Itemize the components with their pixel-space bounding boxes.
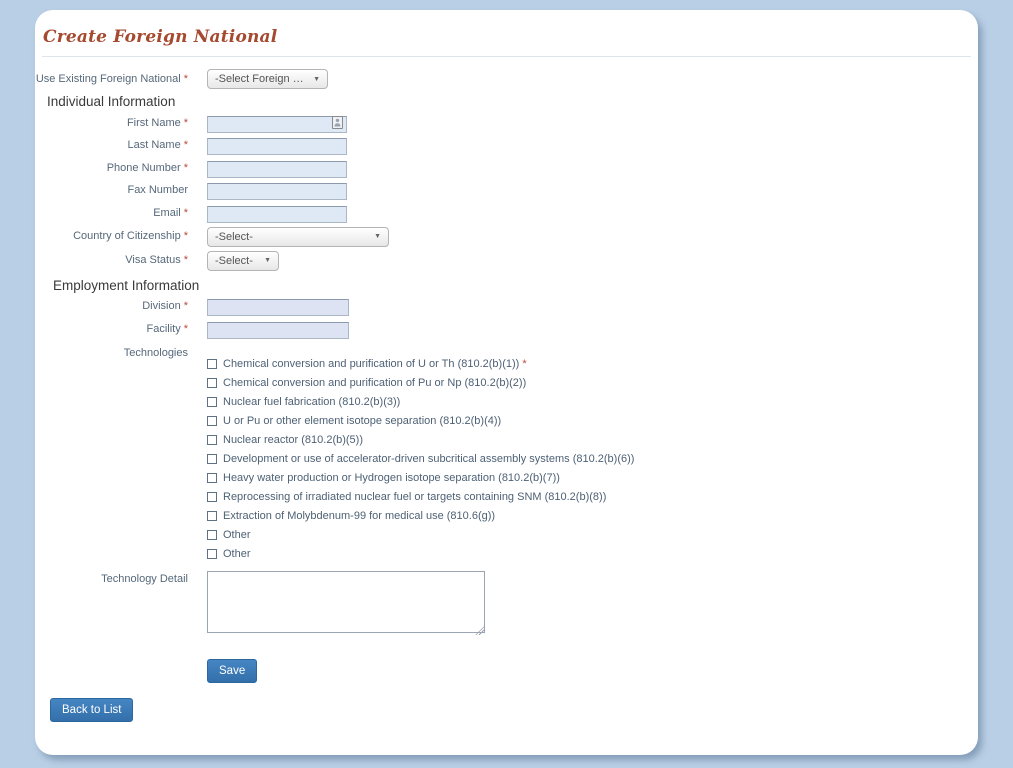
country-label: Country of Citizenship* xyxy=(35,228,188,245)
checkbox-subcritical-assembly[interactable] xyxy=(207,454,217,464)
required-marker: * xyxy=(522,358,526,370)
create-foreign-national-panel: Create Foreign National Use Existing For… xyxy=(35,10,978,755)
row-use-existing: Use Existing Foreign National* -Select F… xyxy=(35,69,978,89)
visa-selected-value: -Select- xyxy=(215,255,256,267)
required-marker: * xyxy=(184,230,188,242)
technology-detail-textarea[interactable] xyxy=(207,571,485,633)
row-email: Email* xyxy=(35,204,978,223)
autofill-icon[interactable] xyxy=(332,116,343,129)
technologies-list: Chemical conversion and purification of … xyxy=(207,358,634,567)
technology-option-row: Nuclear fuel fabrication (810.2(b)(3)) xyxy=(207,396,634,408)
row-fax: Fax Number xyxy=(35,182,978,201)
technology-option-row: Reprocessing of irradiated nuclear fuel … xyxy=(207,491,634,503)
checkbox-molybdenum-99[interactable] xyxy=(207,511,217,521)
required-marker: * xyxy=(184,117,188,129)
division-label: Division* xyxy=(35,298,188,315)
facility-input[interactable] xyxy=(207,322,349,339)
technology-option-row: Other xyxy=(207,548,634,560)
technology-option-row: Chemical conversion and purification of … xyxy=(207,377,634,389)
technology-option-row: Extraction of Molybdenum-99 for medical … xyxy=(207,510,634,522)
chevron-down-icon: ▼ xyxy=(313,76,320,83)
email-label: Email* xyxy=(35,205,188,222)
technology-option-row: Chemical conversion and purification of … xyxy=(207,358,634,370)
phone-input[interactable] xyxy=(207,161,347,178)
email-field[interactable] xyxy=(207,206,347,223)
row-facility: Facility* xyxy=(35,320,978,339)
visa-label: Visa Status* xyxy=(35,252,188,269)
chevron-down-icon: ▼ xyxy=(374,233,381,240)
employment-information-heading: Employment Information xyxy=(53,278,978,293)
visa-status-select[interactable]: -Select- ▼ xyxy=(207,251,279,271)
required-marker: * xyxy=(184,254,188,266)
save-button[interactable]: Save xyxy=(207,659,257,683)
division-input[interactable] xyxy=(207,299,349,316)
technology-option-row: Nuclear reactor (810.2(b)(5)) xyxy=(207,434,634,446)
first-name-input[interactable] xyxy=(207,116,347,133)
required-marker: * xyxy=(184,323,188,335)
last-name-label: Last Name* xyxy=(35,137,188,154)
country-select[interactable]: -Select- ▼ xyxy=(207,227,389,247)
required-marker: * xyxy=(184,139,188,151)
technologies-label: Technologies xyxy=(35,345,188,362)
checkbox-nuclear-reactor[interactable] xyxy=(207,435,217,445)
technology-option-row: U or Pu or other element isotope separat… xyxy=(207,415,634,427)
checkbox-other-2[interactable] xyxy=(207,549,217,559)
checkbox-chemical-pu-np[interactable] xyxy=(207,378,217,388)
use-existing-label: Use Existing Foreign National* xyxy=(35,71,188,88)
fax-input[interactable] xyxy=(207,183,347,200)
row-country: Country of Citizenship* -Select- ▼ xyxy=(35,227,978,247)
country-selected-value: -Select- xyxy=(215,231,366,243)
checkbox-isotope-separation[interactable] xyxy=(207,416,217,426)
checkbox-other-1[interactable] xyxy=(207,530,217,540)
title-separator xyxy=(42,56,971,57)
technology-option-row: Other xyxy=(207,529,634,541)
fax-label: Fax Number xyxy=(35,182,188,199)
chevron-down-icon: ▼ xyxy=(264,257,271,264)
required-marker: * xyxy=(184,73,188,85)
back-to-list-button[interactable]: Back to List xyxy=(50,698,133,722)
row-last-name: Last Name* xyxy=(35,137,978,156)
row-technology-detail: Technology Detail xyxy=(35,571,978,638)
individual-information-heading: Individual Information xyxy=(47,94,978,109)
technology-option-row: Heavy water production or Hydrogen isoto… xyxy=(207,472,634,484)
row-technologies: Technologies Chemical conversion and pur… xyxy=(35,345,978,567)
required-marker: * xyxy=(184,162,188,174)
use-existing-selected-value: -Select Foreign Nati... xyxy=(215,73,305,85)
facility-label: Facility* xyxy=(35,321,188,338)
required-marker: * xyxy=(184,207,188,219)
checkbox-heavy-water[interactable] xyxy=(207,473,217,483)
page-title: Create Foreign National xyxy=(43,27,978,47)
checkbox-chemical-u-th[interactable] xyxy=(207,359,217,369)
row-phone: Phone Number* xyxy=(35,159,978,178)
use-existing-select[interactable]: -Select Foreign Nati... ▼ xyxy=(207,69,328,89)
technology-option-row: Development or use of accelerator-driven… xyxy=(207,453,634,465)
phone-label: Phone Number* xyxy=(35,160,188,177)
required-marker: * xyxy=(184,300,188,312)
row-first-name: First Name* xyxy=(35,114,978,133)
checkbox-reprocessing-snm[interactable] xyxy=(207,492,217,502)
technology-detail-label: Technology Detail xyxy=(35,571,188,588)
row-division: Division* xyxy=(35,298,978,317)
first-name-label: First Name* xyxy=(35,115,188,132)
row-visa: Visa Status* -Select- ▼ xyxy=(35,251,978,271)
checkbox-fuel-fabrication[interactable] xyxy=(207,397,217,407)
last-name-input[interactable] xyxy=(207,138,347,155)
